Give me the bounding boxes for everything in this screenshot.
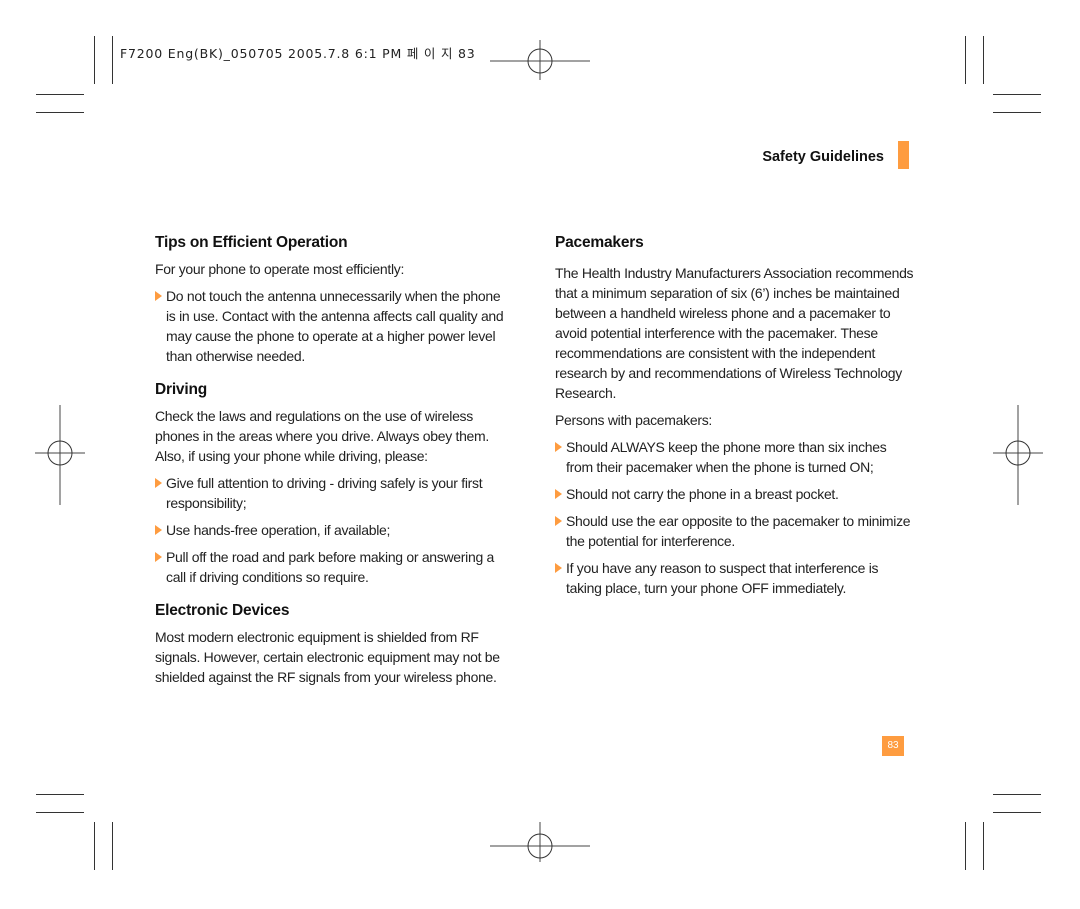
registration-mark-left bbox=[35, 405, 85, 505]
section-intro: Most modern electronic equipment is shie… bbox=[155, 629, 500, 685]
crop-mark bbox=[36, 812, 84, 813]
section-heading: Pacemakers bbox=[555, 234, 644, 251]
crop-mark bbox=[36, 794, 84, 795]
list-item: Give full attention to driving - driving… bbox=[155, 473, 510, 513]
printer-slug: F7200 Eng(BK)_050705 2005.7.8 6:1 PM 페 이… bbox=[120, 46, 476, 61]
crop-mark bbox=[993, 112, 1041, 113]
section-heading: Electronic Devices bbox=[155, 602, 290, 619]
crop-mark bbox=[983, 822, 984, 870]
list-item-text: Should not carry the phone in a breast p… bbox=[566, 486, 839, 502]
list-item-text: Use hands-free operation, if available; bbox=[166, 522, 391, 538]
crop-mark bbox=[94, 36, 95, 84]
list-item: Do not touch the antenna unnecessarily w… bbox=[155, 286, 510, 366]
list-item: Pull off the road and park before making… bbox=[155, 547, 510, 587]
list-item-text: Should ALWAYS keep the phone more than s… bbox=[566, 439, 887, 475]
crop-mark bbox=[94, 822, 95, 870]
crop-mark bbox=[112, 822, 113, 870]
registration-mark-right bbox=[993, 405, 1043, 505]
list-item-text: If you have any reason to suspect that i… bbox=[566, 560, 879, 596]
bullet-arrow-icon bbox=[555, 563, 562, 573]
section-efficient-operation: Tips on Efficient Operation For your pho… bbox=[155, 233, 510, 366]
left-column: Tips on Efficient Operation For your pho… bbox=[155, 233, 510, 697]
section-heading: Driving bbox=[155, 381, 207, 398]
bullet-arrow-icon bbox=[155, 525, 162, 535]
section-pacemakers: Pacemakers The Health Industry Manufactu… bbox=[555, 233, 915, 598]
registration-mark-bottom bbox=[490, 822, 590, 862]
section-driving: Driving Check the laws and regulations o… bbox=[155, 380, 510, 587]
bullet-arrow-icon bbox=[155, 478, 162, 488]
registration-mark-top bbox=[490, 40, 590, 80]
crop-mark bbox=[993, 794, 1041, 795]
bullet-arrow-icon bbox=[155, 552, 162, 562]
crop-mark bbox=[965, 36, 966, 84]
list-item: Should ALWAYS keep the phone more than s… bbox=[555, 437, 915, 477]
list-item-text: Should use the ear opposite to the pacem… bbox=[566, 513, 911, 549]
list-item-text: Give full attention to driving - driving… bbox=[166, 475, 483, 511]
section-subintro: Persons with pacemakers: bbox=[555, 412, 712, 428]
crop-mark bbox=[993, 812, 1041, 813]
section-heading: Tips on Efficient Operation bbox=[155, 234, 348, 251]
list-item: Use hands-free operation, if available; bbox=[155, 520, 510, 540]
section-title: Safety Guidelines bbox=[762, 149, 884, 165]
list-item: If you have any reason to suspect that i… bbox=[555, 558, 915, 598]
crop-mark bbox=[965, 822, 966, 870]
section-electronic-devices: Electronic Devices Most modern electroni… bbox=[155, 601, 510, 687]
list-item-text: Do not touch the antenna unnecessarily w… bbox=[166, 288, 504, 364]
list-item-text: Pull off the road and park before making… bbox=[166, 549, 495, 585]
section-intro: For your phone to operate most efficient… bbox=[155, 261, 405, 277]
bullet-arrow-icon bbox=[555, 442, 562, 452]
crop-mark bbox=[36, 112, 84, 113]
page-number: 83 bbox=[882, 736, 904, 756]
crop-mark bbox=[983, 36, 984, 84]
crop-mark bbox=[36, 94, 84, 95]
bullet-arrow-icon bbox=[555, 489, 562, 499]
right-column: Pacemakers The Health Industry Manufactu… bbox=[555, 233, 915, 608]
bullet-arrow-icon bbox=[155, 291, 162, 301]
crop-mark bbox=[993, 94, 1041, 95]
section-intro: The Health Industry Manufacturers Associ… bbox=[555, 265, 914, 401]
crop-mark bbox=[112, 36, 113, 84]
list-item: Should not carry the phone in a breast p… bbox=[555, 484, 915, 504]
section-tab-marker bbox=[898, 141, 909, 169]
bullet-arrow-icon bbox=[555, 516, 562, 526]
section-intro: Check the laws and regulations on the us… bbox=[155, 408, 489, 464]
list-item: Should use the ear opposite to the pacem… bbox=[555, 511, 915, 551]
